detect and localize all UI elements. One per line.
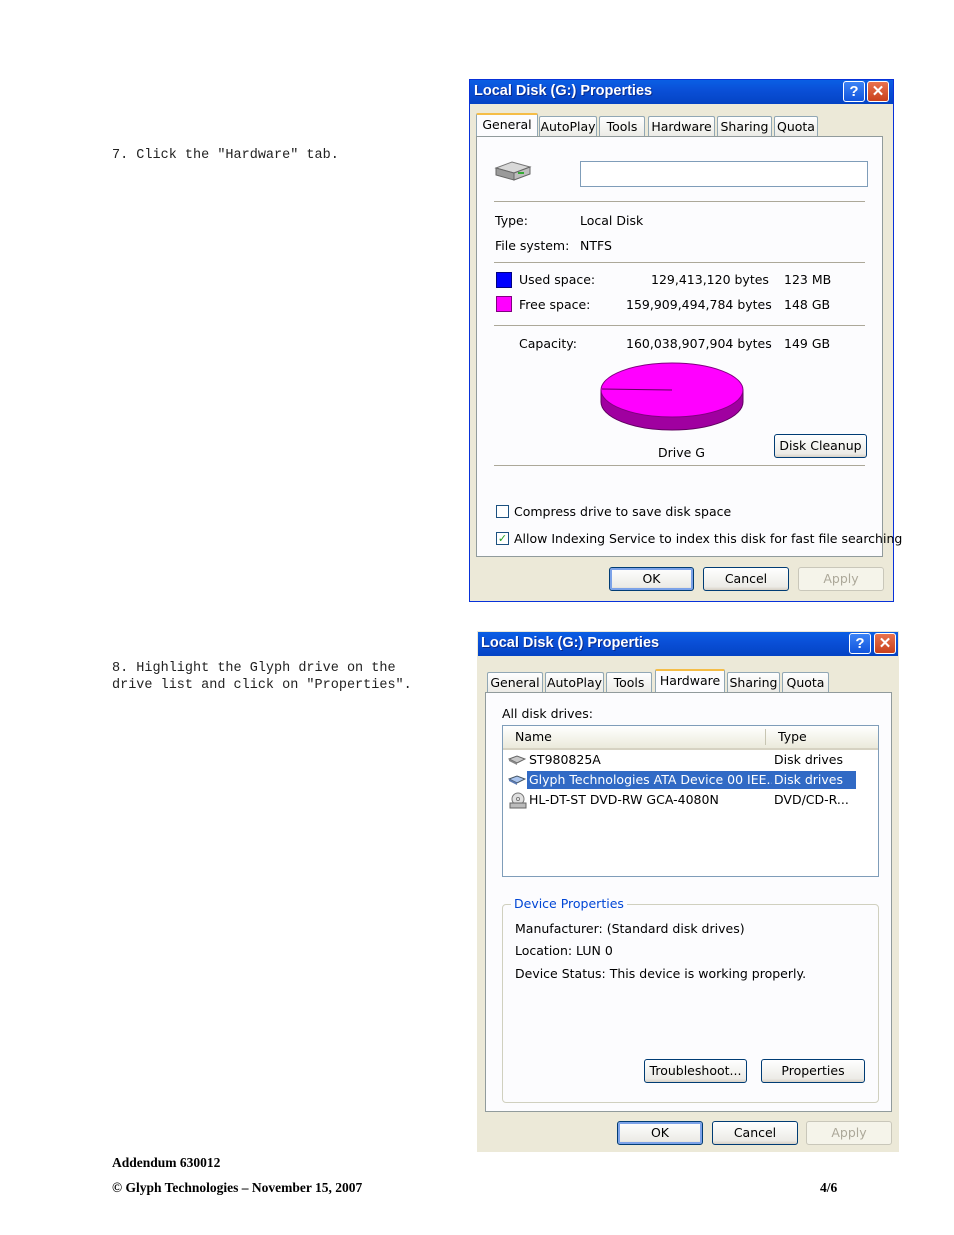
tab-quota[interactable]: Quota (774, 116, 818, 136)
free-space-bytes: 159,909,494,784 bytes (626, 297, 772, 312)
file-system-value: NTFS (580, 238, 612, 253)
indexing-label: Allow Indexing Service to index this dis… (514, 531, 903, 546)
tab-sharing[interactable]: Sharing (727, 672, 780, 692)
location-text: Location: LUN 0 (515, 943, 613, 958)
drive-list[interactable]: Name Type ST980825A Disk drives Glyph Te… (502, 725, 879, 877)
drive-name: ST980825A (529, 752, 601, 767)
cancel-button[interactable]: Cancel (712, 1121, 798, 1145)
divider (494, 262, 865, 263)
step-7-text: 7. Click the "Hardware" tab. (112, 148, 339, 163)
used-space-swatch (496, 272, 512, 288)
type-value: Local Disk (580, 213, 644, 228)
tab-hardware[interactable]: Hardware (655, 669, 725, 692)
properties-dialog-general: Local Disk (G:) Properties ? ✕ General A… (469, 79, 902, 602)
free-space-label: Free space: (519, 297, 591, 312)
divider (494, 465, 865, 466)
used-space-bytes: 129,413,120 bytes (651, 272, 769, 287)
all-disk-drives-label: All disk drives: (502, 706, 593, 721)
hard-disk-icon (508, 755, 526, 765)
disk-usage-pie (600, 362, 744, 431)
column-header-name[interactable]: Name (515, 729, 552, 744)
cancel-button[interactable]: Cancel (703, 567, 789, 591)
properties-dialog-hardware: Local Disk (G:) Properties ? ✕ General A… (477, 631, 899, 1152)
close-button[interactable]: ✕ (867, 81, 889, 102)
addendum-number: Addendum 630012 (112, 1155, 221, 1170)
manufacturer-text: Manufacturer: (Standard disk drives) (515, 921, 745, 936)
ok-button[interactable]: OK (617, 1121, 703, 1145)
drive-label: Drive G (658, 445, 705, 460)
tab-tools[interactable]: Tools (599, 116, 645, 136)
drive-row-dvd[interactable]: HL-DT-ST DVD-RW GCA-4080N DVD/CD-R... (508, 791, 856, 809)
column-header-type[interactable]: Type (778, 729, 807, 744)
tab-sharing[interactable]: Sharing (717, 116, 772, 136)
tab-autoplay[interactable]: AutoPlay (545, 672, 604, 692)
device-status-text: Device Status: This device is working pr… (515, 966, 807, 981)
drive-type: DVD/CD-R... (774, 792, 849, 807)
drive-row-st980825a[interactable]: ST980825A Disk drives (508, 751, 856, 769)
divider (494, 325, 865, 326)
help-button[interactable]: ? (843, 81, 865, 102)
tab-tools[interactable]: Tools (606, 672, 652, 692)
free-space-short: 148 GB (784, 297, 831, 312)
general-panel: Type: Local Disk File system: NTFS Used … (476, 136, 902, 557)
help-button[interactable]: ? (849, 633, 871, 654)
step-8-text-line2: drive list and click on "Properties". (112, 678, 412, 693)
dvd-drive-icon (509, 792, 527, 809)
compress-label: Compress drive to save disk space (514, 504, 732, 519)
hard-disk-icon (508, 775, 526, 785)
file-system-label: File system: (495, 238, 570, 253)
page-number: 4/6 (820, 1180, 838, 1195)
tab-hardware[interactable]: Hardware (648, 116, 715, 136)
ok-button[interactable]: OK (609, 567, 694, 591)
troubleshoot-button[interactable]: Troubleshoot... (644, 1059, 747, 1083)
tab-quota[interactable]: Quota (782, 672, 829, 692)
dialog-title: Local Disk (G:) Properties (481, 635, 660, 651)
apply-button[interactable]: Apply (806, 1121, 892, 1145)
disk-cleanup-button[interactable]: Disk Cleanup (774, 434, 867, 458)
device-properties-title: Device Properties (511, 896, 627, 911)
used-space-label: Used space: (519, 272, 596, 287)
properties-button[interactable]: Properties (761, 1059, 865, 1083)
close-button[interactable]: ✕ (874, 633, 896, 654)
capacity-bytes: 160,038,907,904 bytes (626, 336, 772, 351)
dialog-title: Local Disk (G:) Properties (474, 83, 653, 99)
drive-name: HL-DT-ST DVD-RW GCA-4080N (529, 792, 719, 807)
compress-checkbox[interactable] (496, 505, 509, 518)
capacity-label: Capacity: (519, 336, 577, 351)
device-properties-group: Device Properties Manufacturer: (Standar… (502, 896, 879, 1103)
apply-button[interactable]: Apply (798, 567, 884, 591)
title-bar[interactable]: Local Disk (G:) Properties ? ✕ (470, 80, 893, 104)
capacity-short: 149 GB (784, 336, 831, 351)
copyright-line: © Glyph Technologies – November 15, 2007 (112, 1180, 363, 1195)
hard-disk-icon (494, 161, 532, 181)
column-divider[interactable] (765, 729, 766, 745)
drive-type: Disk drives (774, 752, 843, 767)
drive-row-glyph[interactable]: Glyph Technologies ATA Device 00 IEE... … (508, 771, 856, 789)
used-space-short: 123 MB (784, 272, 832, 287)
tab-general[interactable]: General (487, 672, 543, 692)
step-8-text-line1: 8. Highlight the Glyph drive on the (112, 661, 396, 676)
free-space-swatch (496, 296, 512, 312)
hardware-panel: All disk drives: Name Type ST980825A Dis… (485, 692, 892, 1112)
type-label: Type: (495, 213, 528, 228)
list-header: Name Type (503, 726, 878, 750)
title-bar[interactable]: Local Disk (G:) Properties ? ✕ (478, 632, 898, 656)
drive-type: Disk drives (772, 771, 856, 789)
divider (494, 201, 865, 202)
volume-name-input[interactable] (580, 161, 868, 187)
tab-autoplay[interactable]: AutoPlay (539, 116, 597, 136)
indexing-checkbox[interactable]: ✓ (496, 532, 509, 545)
tab-general[interactable]: General (476, 113, 538, 136)
drive-name: Glyph Technologies ATA Device 00 IEE... (527, 771, 774, 789)
